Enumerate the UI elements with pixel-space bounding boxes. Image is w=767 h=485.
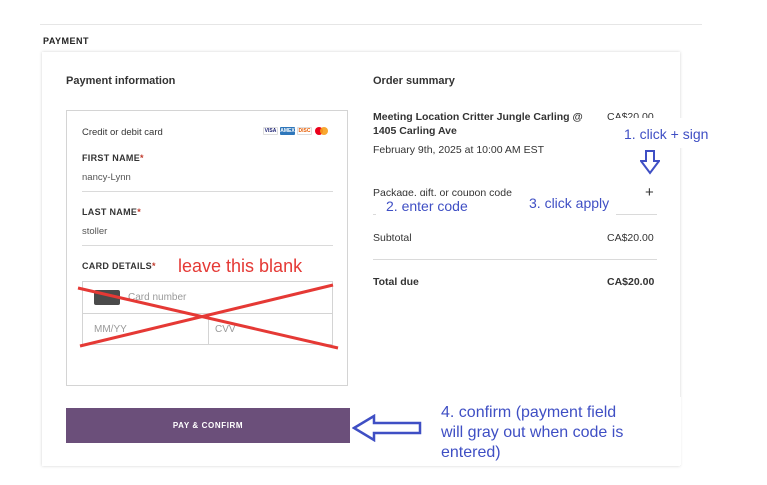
card-details-crossout [77,283,339,350]
annotation-step4-line3: entered) [441,444,501,461]
annotation-step4-line2: will gray out when code is [441,424,624,441]
annotation-step4-line1: 4. confirm (payment field [441,404,617,421]
crossout-line-1 [77,286,339,350]
left-arrow-icon [352,414,422,442]
down-arrow-icon [640,150,660,175]
annotation-step3: 3. click apply [529,195,610,211]
annotation-step1: 1. click + sign [624,126,709,142]
annotation-step4: 4. confirm (payment field will gray out … [441,403,623,463]
annotation-step2: 2. enter code [386,198,468,214]
